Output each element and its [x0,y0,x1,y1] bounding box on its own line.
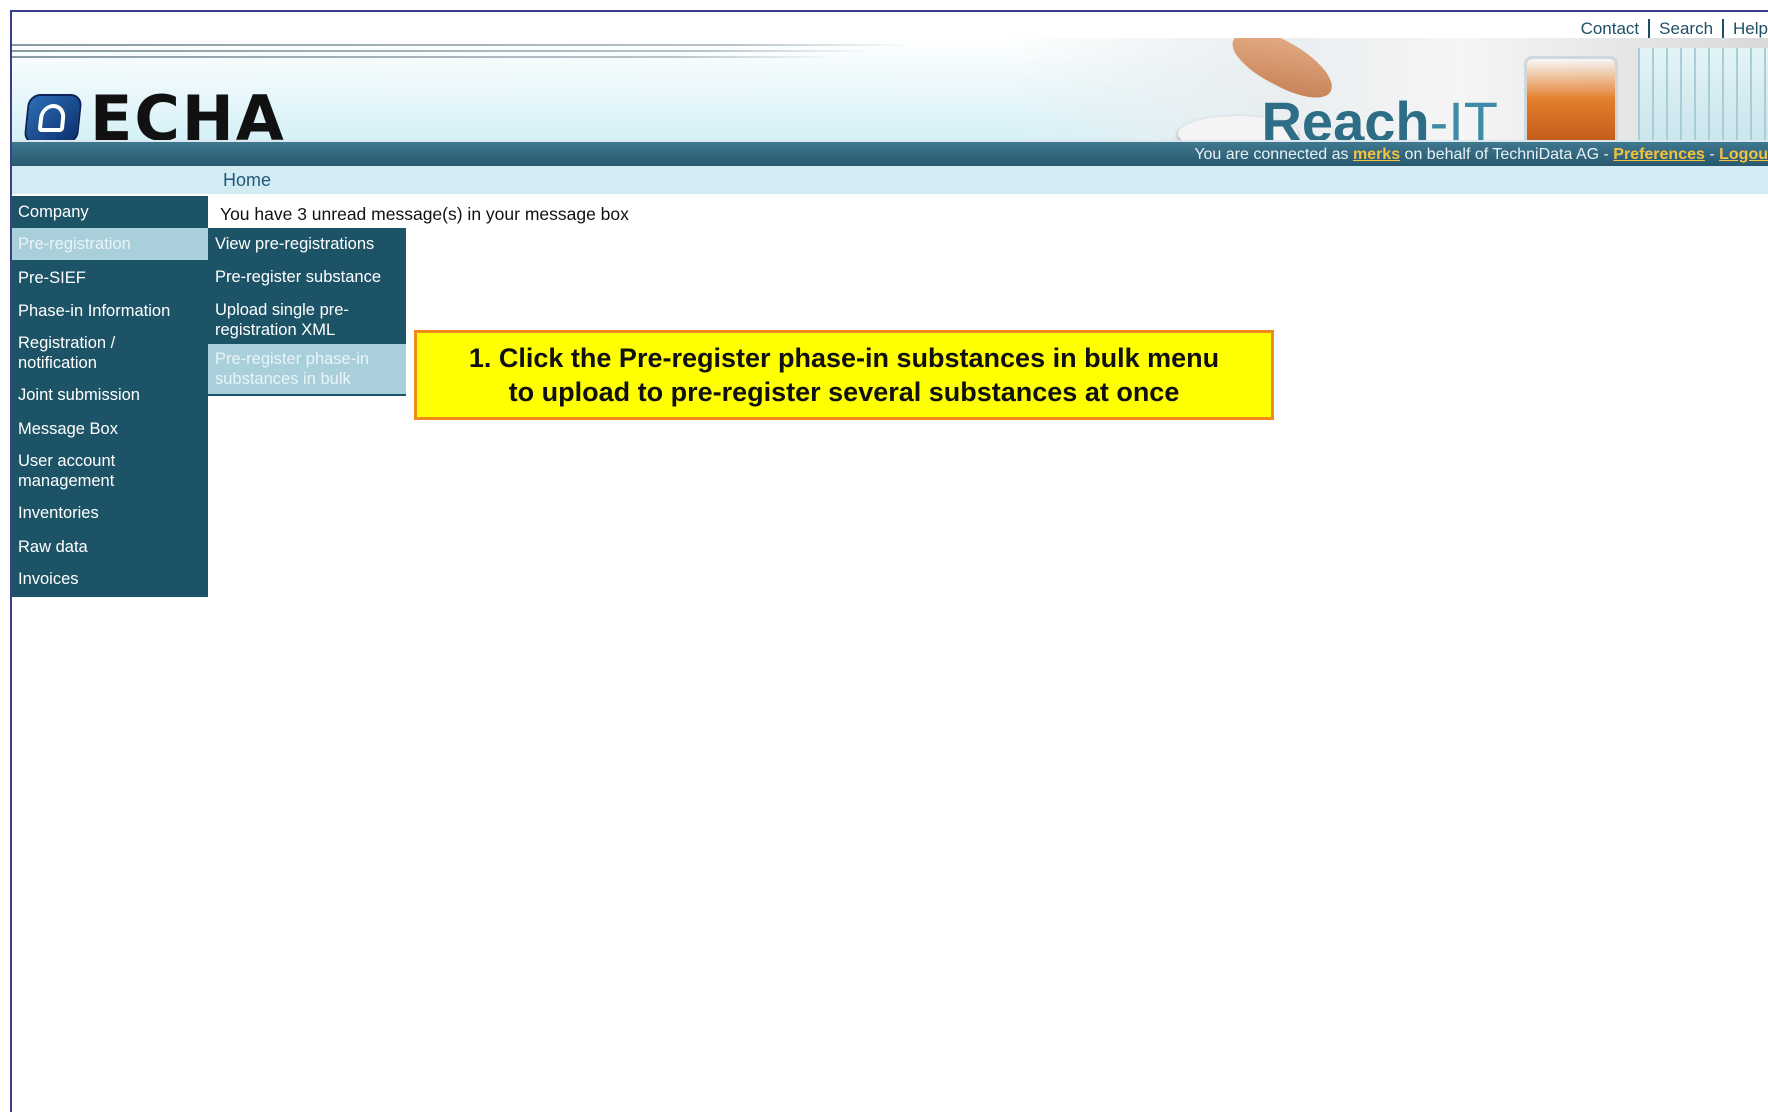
sidebar-item-registration-notification[interactable]: Registration / notification [12,333,162,373]
sidebar-item-joint-submission[interactable]: Joint submission [12,385,208,405]
link-separator [1648,19,1651,39]
sidebar-item-company[interactable]: Company [12,202,208,222]
submenu-item-pre-register-bulk[interactable]: Pre-register phase-in substances in bulk [208,344,406,394]
header-stripe [12,56,1112,58]
sidebar-item-phase-in-information[interactable]: Phase-in Information [12,301,208,321]
sidebar-item-invoices[interactable]: Invoices [12,569,208,589]
sidebar-menu: Company Pre-registration Pre-SIEF Phase-… [12,196,208,597]
status-dash: - [1704,146,1720,163]
breadcrumb-home[interactable]: Home [223,170,271,191]
contact-link[interactable]: Contact [1581,19,1640,39]
connection-status-bar: You are connected as merks on behalf of … [12,140,1768,168]
user-link[interactable]: merks [1353,146,1400,163]
breadcrumb-bar: Home [12,166,1768,194]
callout-line-1: 1. Click the Pre-register phase-in subst… [468,343,1220,373]
status-prefix: You are connected as [1194,146,1353,163]
search-link[interactable]: Search [1659,19,1713,39]
sidebar-item-inventories[interactable]: Inventories [12,503,208,523]
submenu-item-pre-register-substance[interactable]: Pre-register substance [208,267,406,287]
sidebar-item-message-box[interactable]: Message Box [12,419,208,439]
sidebar-item-pre-registration[interactable]: Pre-registration [12,228,208,260]
sidebar-item-user-account-management[interactable]: User account management [12,451,162,491]
help-link[interactable]: Help [1733,19,1768,39]
unread-messages-notice[interactable]: You have 3 unread message(s) in your mes… [220,204,629,225]
sidebar-item-raw-data[interactable]: Raw data [12,537,208,557]
pre-registration-submenu: View pre-registrations Pre-register subs… [208,228,406,396]
sidebar-item-pre-sief[interactable]: Pre-SIEF [12,268,208,288]
logout-link[interactable]: Logou [1719,146,1768,163]
echa-emblem-icon [23,94,83,144]
status-middle: on behalf of TechniData AG - [1400,146,1614,163]
browser-page: Contact Search Help ECHA Reach-IT You ar… [10,10,1768,1112]
preferences-link[interactable]: Preferences [1613,146,1705,163]
link-separator [1722,19,1725,39]
instruction-callout: 1. Click the Pre-register phase-in subst… [414,330,1274,420]
submenu-item-upload-single-xml[interactable]: Upload single pre-registration XML [208,300,378,340]
top-links: Contact Search Help [1581,18,1768,40]
header-stripe [12,50,1162,52]
submenu-item-view-pre-registrations[interactable]: View pre-registrations [208,234,406,254]
callout-line-2: to upload to pre-register several substa… [508,377,1180,407]
